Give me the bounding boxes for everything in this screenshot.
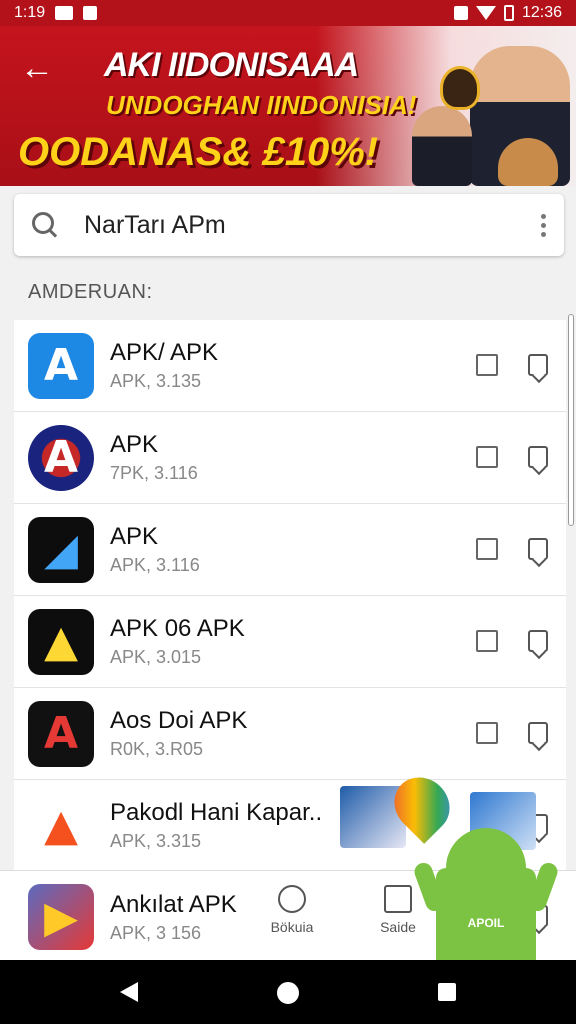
banner-person-2 [412, 106, 472, 186]
section-label: AMDERUAN: [28, 281, 153, 303]
app-icon: ▲ [28, 608, 94, 675]
more-vert-icon[interactable] [540, 213, 546, 237]
app-icon: A [28, 700, 94, 767]
banner-offer: OODANAS& £10%! [18, 130, 379, 174]
banner-subheadline: UNDOGHAN IINDONISIA! [106, 90, 417, 120]
bookmark-icon[interactable] [528, 630, 548, 652]
list-item[interactable]: ◢ APK APK, 3.116 [14, 504, 566, 596]
list-item[interactable]: ▲ APK 06 APK APK, 3.015 [14, 596, 566, 688]
app-icon: ▲ [28, 792, 94, 859]
select-checkbox[interactable] [476, 722, 498, 744]
location-icon [453, 6, 468, 20]
select-checkbox[interactable] [476, 630, 498, 652]
bookmark-icon[interactable] [528, 538, 548, 560]
select-checkbox[interactable] [476, 354, 498, 376]
search-icon[interactable] [32, 212, 58, 238]
list-item[interactable]: A APK/ APK APK, 3.135 [14, 320, 566, 412]
system-navigation [0, 960, 576, 1024]
android-body [436, 868, 536, 960]
bookmark-icon[interactable] [528, 354, 548, 376]
notification-icon [83, 6, 98, 20]
nav-browse[interactable]: Bökuia [252, 885, 332, 935]
scrollbar[interactable] [568, 314, 574, 526]
select-checkbox[interactable] [476, 446, 498, 468]
banner-mask-icon [440, 66, 480, 110]
message-icon [55, 6, 74, 20]
bookmark-icon[interactable] [528, 722, 548, 744]
search-input[interactable]: NarTarı APm [84, 211, 540, 240]
status-time-right: 12:36 [521, 4, 562, 21]
recent-square-icon[interactable] [438, 983, 456, 1001]
home-circle-icon[interactable] [277, 982, 299, 1004]
android-promo-graphic[interactable]: APOIL [340, 766, 561, 960]
search-bar[interactable]: NarTarı APm [14, 194, 564, 256]
list-item[interactable]: A APK 7PK, 3.116 [14, 412, 566, 504]
select-checkbox[interactable] [476, 538, 498, 560]
status-bar: 1:19 12:36 [0, 0, 576, 26]
banner-headline: AKI IIDONISAAA [104, 46, 359, 84]
arrow-left-icon[interactable]: ← [20, 51, 54, 85]
app-icon: ▶ [28, 884, 94, 950]
wifi-icon [475, 6, 496, 20]
app-icon: A [28, 332, 94, 399]
battery-icon [503, 5, 514, 21]
nav-browse-label: Bökuia [270, 919, 314, 935]
promo-banner[interactable]: ← AKI IIDONISAAA UNDOGHAN IINDONISIA! OO… [0, 26, 576, 186]
status-time-left: 1:19 [14, 4, 46, 21]
promo-label: APOIL [467, 916, 505, 930]
app-icon: ◢ [28, 516, 94, 583]
back-triangle-icon[interactable] [120, 982, 138, 1002]
app-icon: A [28, 424, 94, 491]
bookmark-icon[interactable] [528, 446, 548, 468]
compass-icon [278, 885, 306, 913]
list-item[interactable]: A Aos Doi APK R0K, 3.R05 [14, 688, 566, 780]
